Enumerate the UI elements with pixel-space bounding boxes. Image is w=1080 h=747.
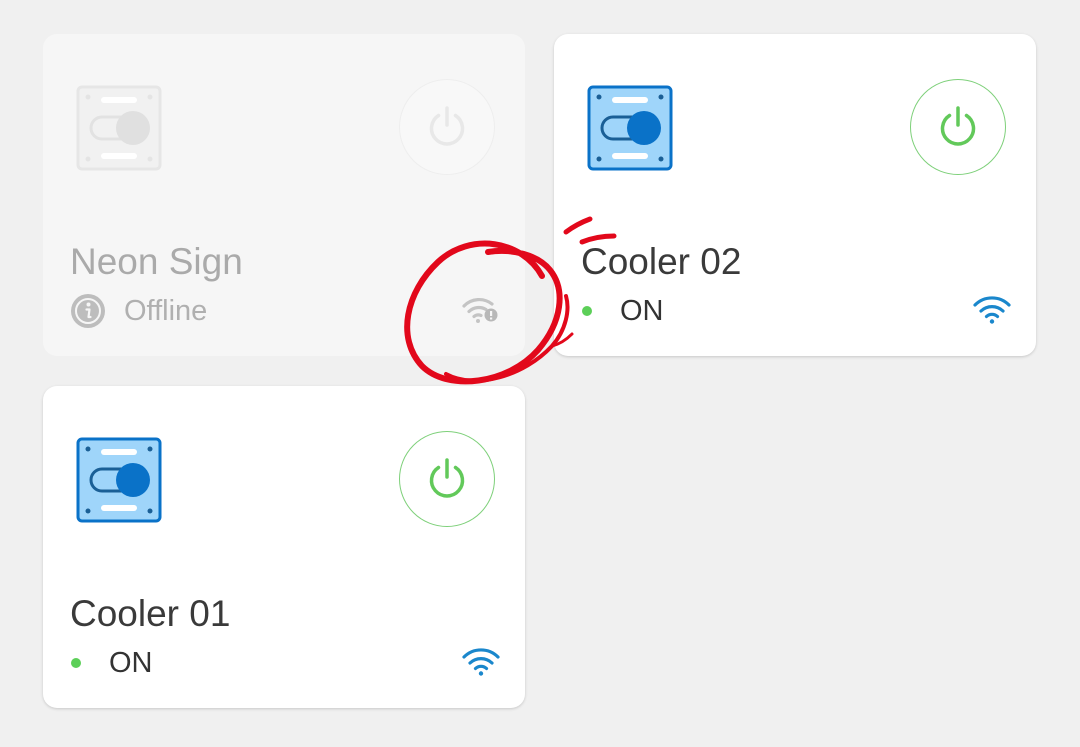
status-text: Offline	[124, 294, 208, 327]
power-button[interactable]	[399, 431, 495, 527]
power-icon	[429, 106, 465, 146]
power-icon	[940, 106, 976, 146]
status-row: ON	[70, 644, 153, 682]
wifi-icon	[973, 296, 1011, 324]
wifi-offline-icon	[462, 297, 498, 323]
status-text: ON	[109, 646, 153, 679]
device-name: Cooler 01	[70, 593, 231, 634]
device-name: Neon Sign	[70, 241, 243, 282]
power-button[interactable]	[399, 79, 495, 175]
device-card-neon-sign[interactable]: Neon Sign Offline	[43, 34, 525, 356]
status-dot	[71, 658, 81, 668]
switch-icon	[76, 437, 162, 523]
device-card-cooler-01[interactable]: Cooler 01 ON	[43, 386, 525, 708]
info-icon	[71, 294, 105, 328]
device-name: Cooler 02	[581, 241, 742, 282]
wifi-icon	[462, 648, 500, 676]
status-row: ON	[581, 292, 664, 330]
status-text: ON	[620, 294, 664, 327]
power-button[interactable]	[910, 79, 1006, 175]
switch-icon	[587, 85, 673, 171]
switch-icon	[76, 85, 162, 171]
device-card-cooler-02[interactable]: Cooler 02 ON	[554, 34, 1036, 356]
status-row: Offline	[70, 292, 207, 330]
status-dot	[582, 306, 592, 316]
power-icon	[429, 458, 465, 498]
